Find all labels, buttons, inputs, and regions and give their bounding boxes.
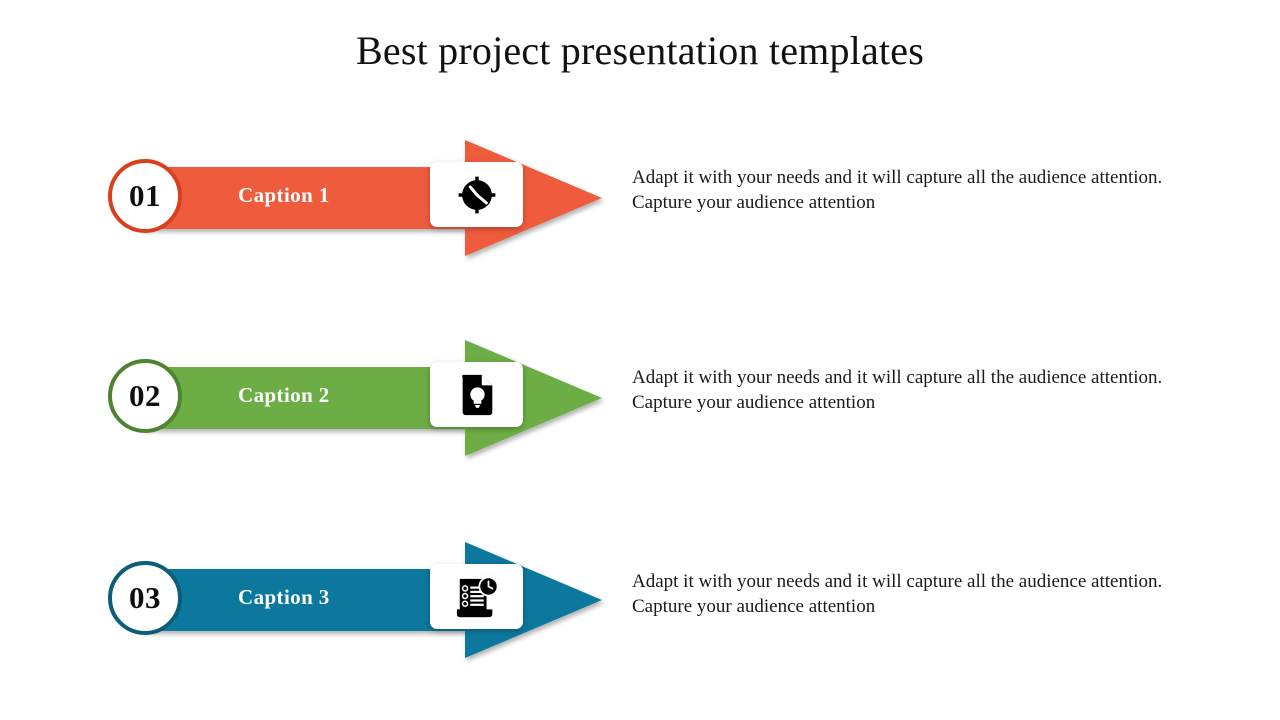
step-description-text: Adapt it with your needs and it will cap… [632, 367, 1163, 413]
process-step-row: 01 Caption 1 Adapt it with your needs an… [0, 133, 1280, 263]
arrow-shape-2 [140, 333, 605, 463]
page-title: Best project presentation templates [356, 28, 924, 73]
step-icon-card [430, 362, 523, 427]
step-caption-label: Caption 1 [238, 183, 330, 207]
step-number-badge: 03 [108, 561, 182, 635]
step-number-badge: 01 [108, 159, 182, 233]
arrow-shape-3 [140, 535, 605, 665]
step-description-text: Adapt it with your needs and it will cap… [632, 167, 1163, 213]
step-icon-card [430, 162, 523, 227]
step-number-label: 03 [129, 579, 161, 615]
document-lightbulb-icon [457, 373, 497, 417]
process-step-row: 02 Caption 2 Adapt it with your needs an… [0, 333, 1280, 463]
clock-icon [456, 174, 498, 216]
step-number-label: 01 [129, 177, 161, 213]
step-number-badge: 02 [108, 359, 182, 433]
step-caption-label: Caption 3 [238, 585, 330, 609]
checklist-clock-icon [454, 575, 500, 619]
arrow-shape-1 [140, 133, 605, 263]
step-caption-label: Caption 2 [238, 383, 330, 407]
step-icon-card [430, 564, 523, 629]
step-number-label: 02 [129, 377, 161, 413]
step-description-text: Adapt it with your needs and it will cap… [632, 571, 1163, 617]
process-step-row: 03 Caption 3 Adapt it with your needs an… [0, 535, 1280, 665]
